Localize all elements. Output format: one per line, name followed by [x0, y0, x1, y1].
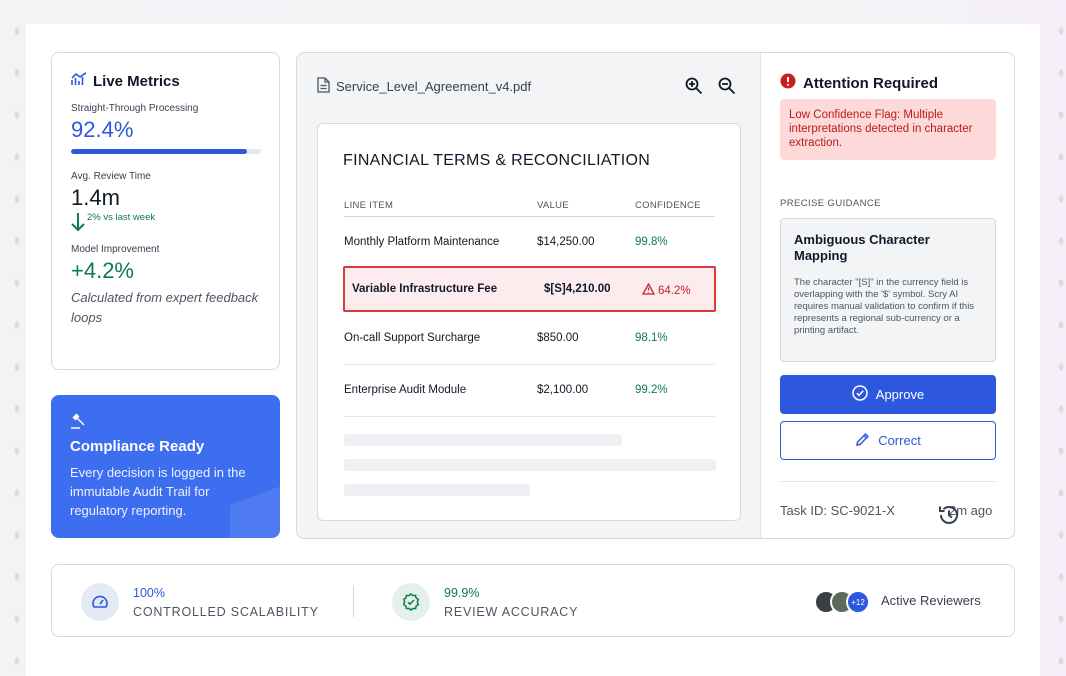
scalability-label: CONTROLLED SCALABILITY — [133, 604, 319, 619]
scalability-value: 100% — [133, 585, 165, 600]
check-circle-icon — [852, 385, 868, 404]
guidance-label: PRECISE GUIDANCE — [780, 198, 881, 209]
line-confidence: 99.2% — [635, 384, 668, 396]
zoom-in-icon[interactable] — [685, 77, 703, 95]
stp-label: Straight-Through Processing — [71, 103, 199, 114]
line-value: $[S]4,210.00 — [544, 283, 611, 295]
chart-icon — [71, 72, 87, 90]
reviewer-avatars[interactable]: +12 — [814, 590, 870, 614]
accuracy-stat: 99.9% REVIEW ACCURACY — [392, 583, 578, 621]
accuracy-value: 99.9% — [444, 585, 480, 600]
table-row[interactable]: Monthly Platform Maintenance $14,250.00 … — [344, 217, 715, 269]
correct-label: Correct — [878, 433, 921, 448]
arrow-down-icon — [71, 212, 85, 235]
attention-header: Attention Required — [780, 73, 938, 93]
skeleton-line — [344, 484, 530, 496]
model-improvement-label: Model Improvement — [71, 244, 160, 255]
background-dots-right — [1040, 0, 1066, 676]
correct-button[interactable]: Correct — [780, 421, 996, 460]
guidance-title: Ambiguous Character Mapping — [794, 232, 930, 263]
zoom-out-icon[interactable] — [718, 77, 736, 95]
file-icon — [317, 77, 330, 96]
line-value: $14,250.00 — [537, 236, 595, 248]
document-header: Service_Level_Agreement_v4.pdf — [317, 77, 531, 96]
task-id: Task ID: SC-9021-X — [780, 503, 895, 518]
divider — [353, 585, 354, 617]
review-time-trend-text: 2% vs last week — [87, 212, 156, 223]
compliance-title: Compliance Ready — [70, 438, 205, 455]
scalability-stat: 100% CONTROLLED SCALABILITY — [81, 583, 319, 621]
line-confidence: 64.2% — [658, 284, 691, 297]
live-metrics-title: Live Metrics — [93, 72, 180, 90]
table-row[interactable]: Enterprise Audit Module $2,100.00 99.2% — [344, 365, 715, 417]
document-title: FINANCIAL TERMS & RECONCILIATION — [343, 152, 651, 169]
table-row-flagged[interactable]: Variable Infrastructure Fee $[S]4,210.00… — [343, 266, 716, 312]
approve-label: Approve — [875, 387, 925, 402]
pencil-icon — [855, 432, 870, 450]
line-value: $2,100.00 — [537, 384, 589, 396]
background-dots-left — [0, 0, 26, 676]
gavel-icon — [70, 413, 86, 433]
guidance-text: The character "[S]" in the currency fiel… — [794, 277, 975, 336]
line-item: Variable Infrastructure Fee — [352, 283, 498, 295]
gauge-icon — [81, 583, 119, 621]
line-item: On-call Support Surcharge — [344, 332, 481, 344]
document-viewer: Service_Level_Agreement_v4.pdf FINANCIAL… — [296, 52, 761, 539]
model-improvement-note: Calculated from expert feedback loops — [71, 290, 259, 325]
attention-panel: Attention Required Low Confidence Flag: … — [760, 52, 1015, 539]
warning-icon — [641, 282, 656, 298]
active-reviewers-label: Active Reviewers — [881, 593, 981, 608]
line-confidence: 99.8% — [635, 236, 668, 248]
live-metrics-card: Live Metrics Straight-Through Processing… — [51, 52, 280, 370]
stp-progress-bar — [71, 149, 261, 154]
review-time-label: Avg. Review Time — [71, 171, 151, 182]
model-improvement-value: +4.2% — [71, 258, 134, 283]
column-header-confidence: CONFIDENCE — [635, 200, 701, 211]
review-time-value: 1.4m — [71, 185, 120, 210]
divider — [780, 481, 996, 482]
stp-value: 92.4% — [71, 117, 134, 142]
table-header: LINE ITEM VALUE CONFIDENCE — [344, 197, 715, 217]
history-icon[interactable] — [937, 503, 961, 527]
avatar-more-count: +12 — [846, 590, 870, 614]
skeleton-line — [344, 459, 716, 471]
badge-check-icon — [392, 583, 430, 621]
line-confidence: 98.1% — [635, 332, 668, 344]
stats-bar: 100% CONTROLLED SCALABILITY 99.9% REVIEW… — [51, 564, 1015, 637]
review-time-trend: 2% vs last week — [71, 212, 260, 236]
line-confidence-flagged: 64.2% — [641, 282, 691, 298]
line-value: $850.00 — [537, 332, 579, 344]
stp-progress-fill — [71, 149, 247, 154]
document-page: FINANCIAL TERMS & RECONCILIATION LINE IT… — [317, 123, 741, 521]
document-filename: Service_Level_Agreement_v4.pdf — [336, 79, 532, 94]
attention-title: Attention Required — [803, 74, 938, 92]
guidance-card: Ambiguous Character Mapping The characte… — [780, 218, 996, 362]
alert-circle-icon — [780, 73, 796, 93]
approve-button[interactable]: Approve — [780, 375, 996, 414]
column-header-line-item: LINE ITEM — [344, 200, 394, 211]
column-header-value: VALUE — [537, 200, 569, 211]
skeleton-line — [344, 434, 622, 446]
line-item: Monthly Platform Maintenance — [344, 236, 500, 248]
live-metrics-header: Live Metrics — [71, 71, 260, 91]
low-confidence-alert: Low Confidence Flag: Multiple interpreta… — [780, 99, 996, 160]
line-item: Enterprise Audit Module — [344, 384, 467, 396]
accuracy-label: REVIEW ACCURACY — [444, 604, 579, 619]
table-row[interactable]: On-call Support Surcharge $850.00 98.1% — [344, 313, 715, 365]
compliance-card: Compliance Ready Every decision is logge… — [51, 395, 280, 538]
